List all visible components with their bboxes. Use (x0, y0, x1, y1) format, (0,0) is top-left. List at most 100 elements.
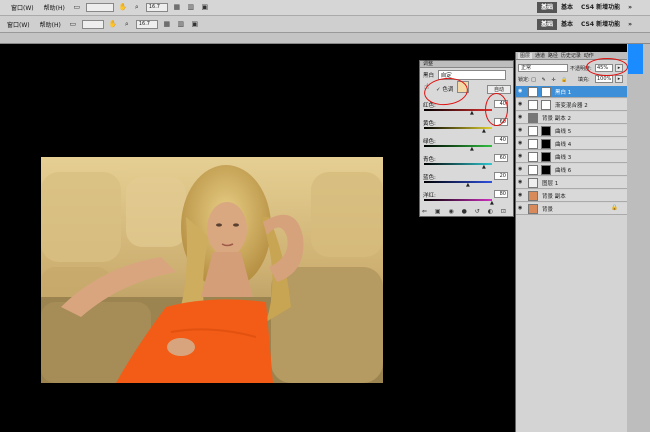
layer-mask-thumbnail (541, 152, 551, 162)
workspace-more-button-2[interactable]: » (624, 19, 636, 30)
layer-name: 黑白 1 (555, 90, 572, 96)
hand-icon-2[interactable]: ✋ (108, 20, 118, 29)
right-dock (627, 44, 650, 432)
layer-row[interactable]: ◉ 曲线 5 (516, 125, 628, 137)
blend-mode-select[interactable]: 正常 (518, 64, 568, 72)
photoshop-window: 窗口(W) 帮助(H) ▭ ✋ ⌕ 16.7 ▦ ▥ ▣ 基础 基本 CS4 新… (0, 0, 650, 432)
arrange-icon[interactable]: ▥ (186, 3, 196, 12)
menu-window-2[interactable]: 窗口(W) (2, 20, 35, 29)
layer-thumbnail (528, 204, 538, 214)
hand-icon[interactable]: ✋ (118, 3, 128, 12)
layout-icon[interactable]: ▭ (72, 3, 82, 12)
grid-icon-2[interactable]: ▦ (162, 20, 172, 29)
layer-row[interactable]: ◉ 背景 🔒 (516, 203, 628, 215)
eye-icon[interactable]: ◉ (518, 154, 524, 159)
layer-name: 曲线 4 (555, 142, 572, 148)
layer-thumbnail (528, 113, 538, 123)
options-bar: 窗口(W) 帮助(H) ▭ ✋ ⌕ 16.7 ▦ ▥ ▣ 基础 基本 CS4 新… (0, 16, 650, 33)
tab-paths[interactable]: 路径 (548, 53, 558, 59)
layer-thumbnail (528, 191, 538, 201)
tab-history[interactable]: 历史记录 (561, 53, 581, 59)
lock-icon: 🔒 (611, 205, 618, 211)
slider-thumb[interactable]: ▲ (482, 129, 486, 134)
eye-icon[interactable]: ◉ (518, 102, 524, 107)
tab-actions[interactable]: 动作 (584, 53, 594, 59)
adjustments-tab[interactable]: 调整 (420, 61, 513, 68)
layer-thumbnail (528, 100, 538, 110)
slider-track[interactable] (424, 181, 492, 183)
layer-row[interactable]: ◉ 曲线 3 (516, 151, 628, 163)
layer-thumbnail (528, 139, 538, 149)
layer-name: 曲线 3 (555, 155, 572, 161)
layer-row[interactable]: ◉ 曲线 6 (516, 164, 628, 176)
slider-thumb[interactable]: ▲ (482, 165, 486, 170)
layer-thumbnail (528, 87, 538, 97)
layer-thumbnail (528, 152, 538, 162)
eye-icon[interactable]: ◉ (518, 89, 524, 94)
grid-icon[interactable]: ▦ (172, 3, 182, 12)
eye-icon[interactable]: ◉ (518, 128, 524, 133)
zoom-field-2[interactable] (81, 19, 104, 29)
menu-help-2[interactable]: 帮助(H) (35, 20, 66, 29)
tab-layers[interactable]: 图层 (518, 53, 533, 59)
slider-value-input[interactable]: 80 (494, 190, 508, 198)
eye-icon[interactable]: ◉ (518, 206, 524, 211)
fill-input[interactable]: 100% (595, 75, 613, 83)
slider-track[interactable] (424, 199, 492, 201)
lock-row: 锁定: □ ✎ ✛ 🔒 (518, 76, 569, 83)
slider-thumb[interactable]: ▲ (466, 183, 470, 188)
slider-track[interactable] (424, 145, 492, 147)
slider-value-input[interactable]: 60 (494, 154, 508, 162)
workspace-basic-button-2[interactable]: 基本 (557, 19, 577, 30)
slider-label: 黄色: (423, 121, 436, 127)
menu-help[interactable]: 帮助(H) (39, 3, 70, 12)
zoom-field[interactable] (85, 3, 114, 12)
menu-window[interactable]: 窗口(W) (6, 3, 39, 12)
slider-thumb[interactable]: ▲ (470, 147, 474, 152)
workspace-basic-button[interactable]: 基本 (557, 2, 577, 13)
workspace-design-button[interactable]: 基础 (536, 2, 557, 13)
slider-value-input[interactable]: 20 (494, 172, 508, 180)
slider-label: 蓝色: (423, 175, 436, 181)
zoom-icon-2[interactable]: ⌕ (122, 20, 132, 29)
workspace-more-button[interactable]: » (624, 2, 636, 13)
slider-thumb[interactable]: ▲ (470, 111, 474, 116)
tab-channels[interactable]: 通道 (535, 53, 545, 59)
eye-icon[interactable]: ◉ (518, 193, 524, 198)
screen-mode-icon-2[interactable]: ▣ (190, 20, 200, 29)
zoom-level-2[interactable]: 16.7 (135, 19, 158, 29)
workspace-cs4-button-2[interactable]: CS4 新增功能 (577, 19, 624, 30)
arrange-icon-2[interactable]: ▥ (176, 20, 186, 29)
eye-icon[interactable]: ◉ (518, 167, 524, 172)
workspace-design-button-2[interactable]: 基础 (536, 18, 557, 30)
layer-name: 背景 副本 2 (542, 116, 571, 122)
slider-track[interactable] (424, 109, 492, 111)
slider-thumb[interactable]: ▲ (490, 201, 494, 206)
screen-mode-icon[interactable]: ▣ (200, 3, 210, 12)
layer-row[interactable]: ◉ 渐变混合器 2 (516, 99, 628, 111)
annotation-circle-values (485, 93, 508, 126)
layers-panel: 图层 通道 路径 历史记录 动作 正常 不透明度: 45% ▸ 锁定: □ ✎ … (515, 52, 628, 432)
eye-icon[interactable]: ◉ (518, 180, 524, 185)
layer-row[interactable]: ◉ 背景 副本 (516, 190, 628, 202)
fill-label: 填充: (578, 77, 590, 83)
layer-name: 背景 (542, 207, 554, 213)
slider-label: 绿色: (423, 139, 436, 145)
layer-row[interactable]: ◉ 黑白 1 (516, 86, 628, 98)
panel-footer-icons[interactable]: ⇐ ▣ ◉ ● ↺ ◐ ⊡ (422, 208, 510, 216)
layout-icon-2[interactable]: ▭ (68, 20, 78, 29)
panel-collapse-strip[interactable] (628, 44, 643, 74)
eye-icon[interactable]: ◉ (518, 141, 524, 146)
slider-value-input[interactable]: 40 (494, 136, 508, 144)
preset-label: 黑白 (423, 73, 435, 79)
fill-arrow-icon[interactable]: ▸ (615, 75, 623, 83)
zoom-level[interactable]: 16.7 (145, 3, 168, 12)
zoom-icon[interactable]: ⌕ (132, 3, 142, 12)
layer-row[interactable]: ◉ 背景 副本 2 (516, 112, 628, 124)
lock-icons[interactable]: □ ✎ ✛ 🔒 (531, 77, 569, 83)
layer-mask-thumbnail (541, 139, 551, 149)
layer-row[interactable]: ◉ 图层 1 (516, 177, 628, 189)
workspace-cs4-button[interactable]: CS4 新增功能 (577, 2, 624, 13)
eye-icon[interactable]: ◉ (518, 115, 524, 120)
layer-row[interactable]: ◉ 曲线 4 (516, 138, 628, 150)
